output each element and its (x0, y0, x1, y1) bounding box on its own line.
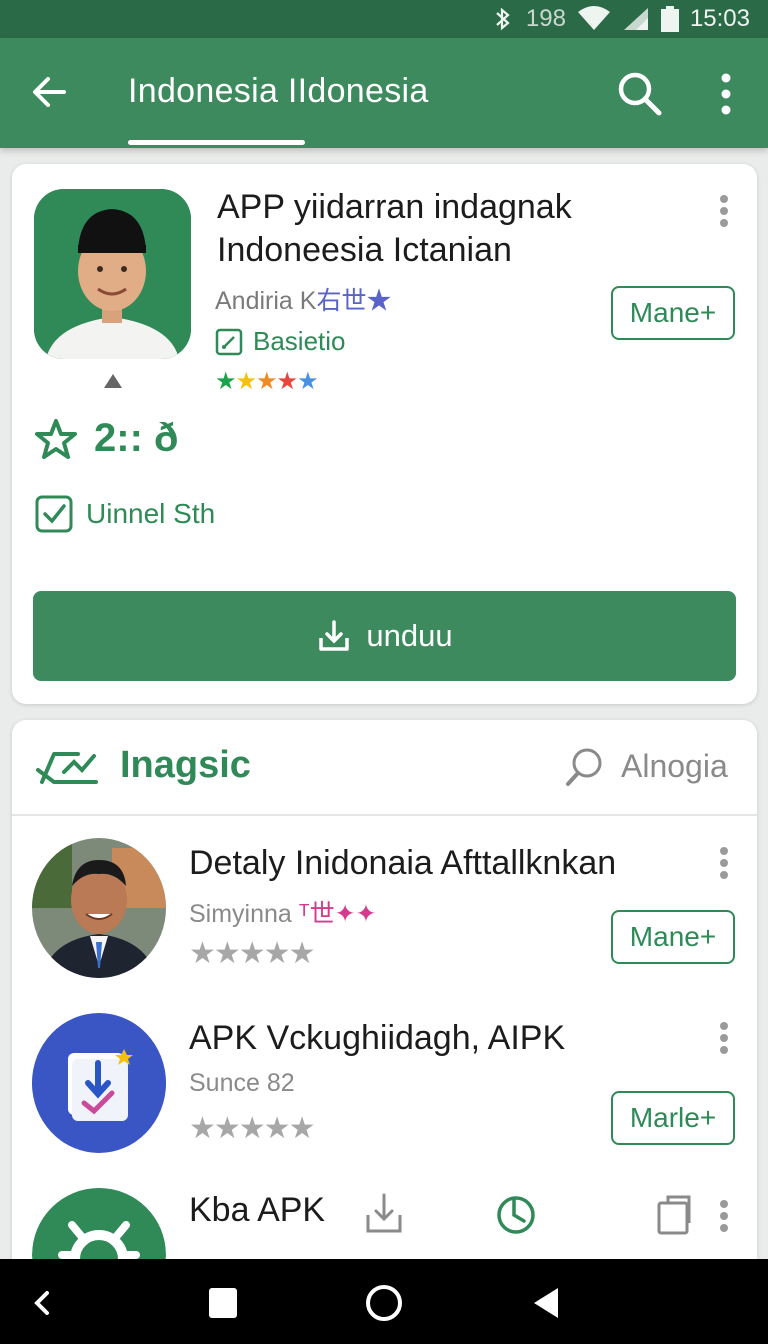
card-more-icon[interactable] (718, 194, 730, 228)
list-item[interactable]: Detaly Inidonaia Afttallknkan Simyinna ᵀ… (12, 838, 757, 1018)
app-developer: Simyinna ᵀ世✦✦ (189, 894, 377, 930)
developer-accent: 右世★ (316, 287, 392, 315)
back-arrow-icon[interactable] (28, 70, 72, 114)
app-name: Detaly Inidonaia Afttallknkan (189, 844, 617, 882)
star-1: ★ (215, 368, 236, 395)
star-3: ★ (256, 368, 277, 395)
checkbox-row[interactable]: Uinnel Sth (34, 494, 215, 534)
download-icon (319, 620, 350, 651)
category-badge: Basietio (215, 326, 346, 357)
developer-name: Andiria K右世★ (215, 281, 391, 317)
signal-number: 198 (525, 5, 566, 32)
install-button[interactable]: Mane+ (611, 910, 735, 964)
trending-icon (34, 742, 100, 790)
app-thumbnail-photo (32, 838, 166, 978)
bluetooth-icon (490, 6, 516, 32)
star-5: ★ (297, 368, 318, 395)
battery-icon (660, 5, 680, 33)
title-underline (128, 140, 305, 145)
gray-star-rating: ★★★★★ (189, 1112, 315, 1145)
page-title: Indonesia IIdonesia (128, 72, 429, 110)
checkbox-icon[interactable] (34, 494, 74, 534)
progress-ring-icon[interactable] (494, 1191, 538, 1235)
list-item[interactable]: APK Vckughiidagh, AIPK Sunce 82 ★★★★★ Ma… (12, 1013, 757, 1193)
app-developer: Sunce 82 (189, 1069, 295, 1097)
star-2: ★ (235, 368, 257, 395)
developer-text: Andiria K (215, 287, 317, 315)
more-vert-icon[interactable] (708, 70, 744, 118)
star-outline-icon (35, 418, 77, 459)
install-button[interactable]: Marle+ (611, 1091, 735, 1145)
status-icons: 198 15:03 (490, 4, 750, 34)
app-list-section: Inagsic Alnogia Detaly Inidonaia Afttall… (12, 720, 757, 1320)
badge-label: Basietio (253, 326, 346, 356)
star-4: ★ (276, 368, 298, 395)
item-more-icon[interactable] (718, 1199, 730, 1233)
app-bar: Indonesia IIdonesia (0, 38, 768, 148)
item-more-icon[interactable] (718, 1021, 730, 1055)
rating-row: 2:: ð (34, 416, 178, 461)
wifi-icon (576, 6, 612, 32)
color-star-rating: ★★★★★ (215, 367, 319, 396)
expand-triangle-icon[interactable] (102, 372, 124, 390)
apk-downloader-icon (32, 1013, 166, 1153)
cell-signal-icon (622, 6, 650, 32)
download-button[interactable]: unduu (33, 591, 736, 681)
app-name: Kba APK (189, 1191, 326, 1229)
nav-back-triangle-icon[interactable] (528, 1283, 568, 1323)
download-label: unduu (366, 618, 453, 653)
nav-back-chevron-icon[interactable] (22, 1283, 62, 1323)
install-button[interactable]: Mane+ (611, 286, 735, 340)
status-bar: 198 15:03 (0, 0, 768, 38)
developer-text: Simyinna (189, 900, 292, 928)
featured-app-card: APP yiidarran indagnak Indoneesia Ictani… (12, 164, 757, 704)
system-nav-bar (0, 1259, 768, 1344)
app-title: APP yiidarran indagnak Indoneesia Ictani… (217, 186, 617, 272)
share-icon[interactable] (656, 1193, 692, 1235)
gray-star-rating: ★★★★★ (189, 937, 315, 970)
nav-home-icon[interactable] (364, 1283, 404, 1323)
section-search-icon[interactable] (564, 746, 604, 788)
item-more-icon[interactable] (718, 846, 730, 880)
app-title-line2: Indoneesia Ictanian (217, 231, 512, 269)
download-outline-icon[interactable] (364, 1191, 404, 1235)
nav-recents-icon[interactable] (203, 1283, 243, 1323)
search-icon[interactable] (614, 68, 666, 120)
app-name: APK Vckughiidagh, AIPK (189, 1019, 566, 1057)
clock: 15:03 (689, 5, 750, 32)
checkbox-label: Uinnel Sth (86, 498, 216, 529)
rating-value: 2:: ð (94, 416, 179, 460)
developer-accent: ᵀ世✦✦ (298, 900, 377, 928)
app-icon-avatar (34, 189, 191, 359)
section-header: Inagsic Alnogia (12, 720, 757, 816)
edit-square-icon (215, 328, 243, 355)
section-title: Inagsic (120, 744, 251, 786)
section-search-label[interactable]: Alnogia (621, 748, 728, 785)
app-title-line1: APP yiidarran indagnak (217, 188, 572, 226)
